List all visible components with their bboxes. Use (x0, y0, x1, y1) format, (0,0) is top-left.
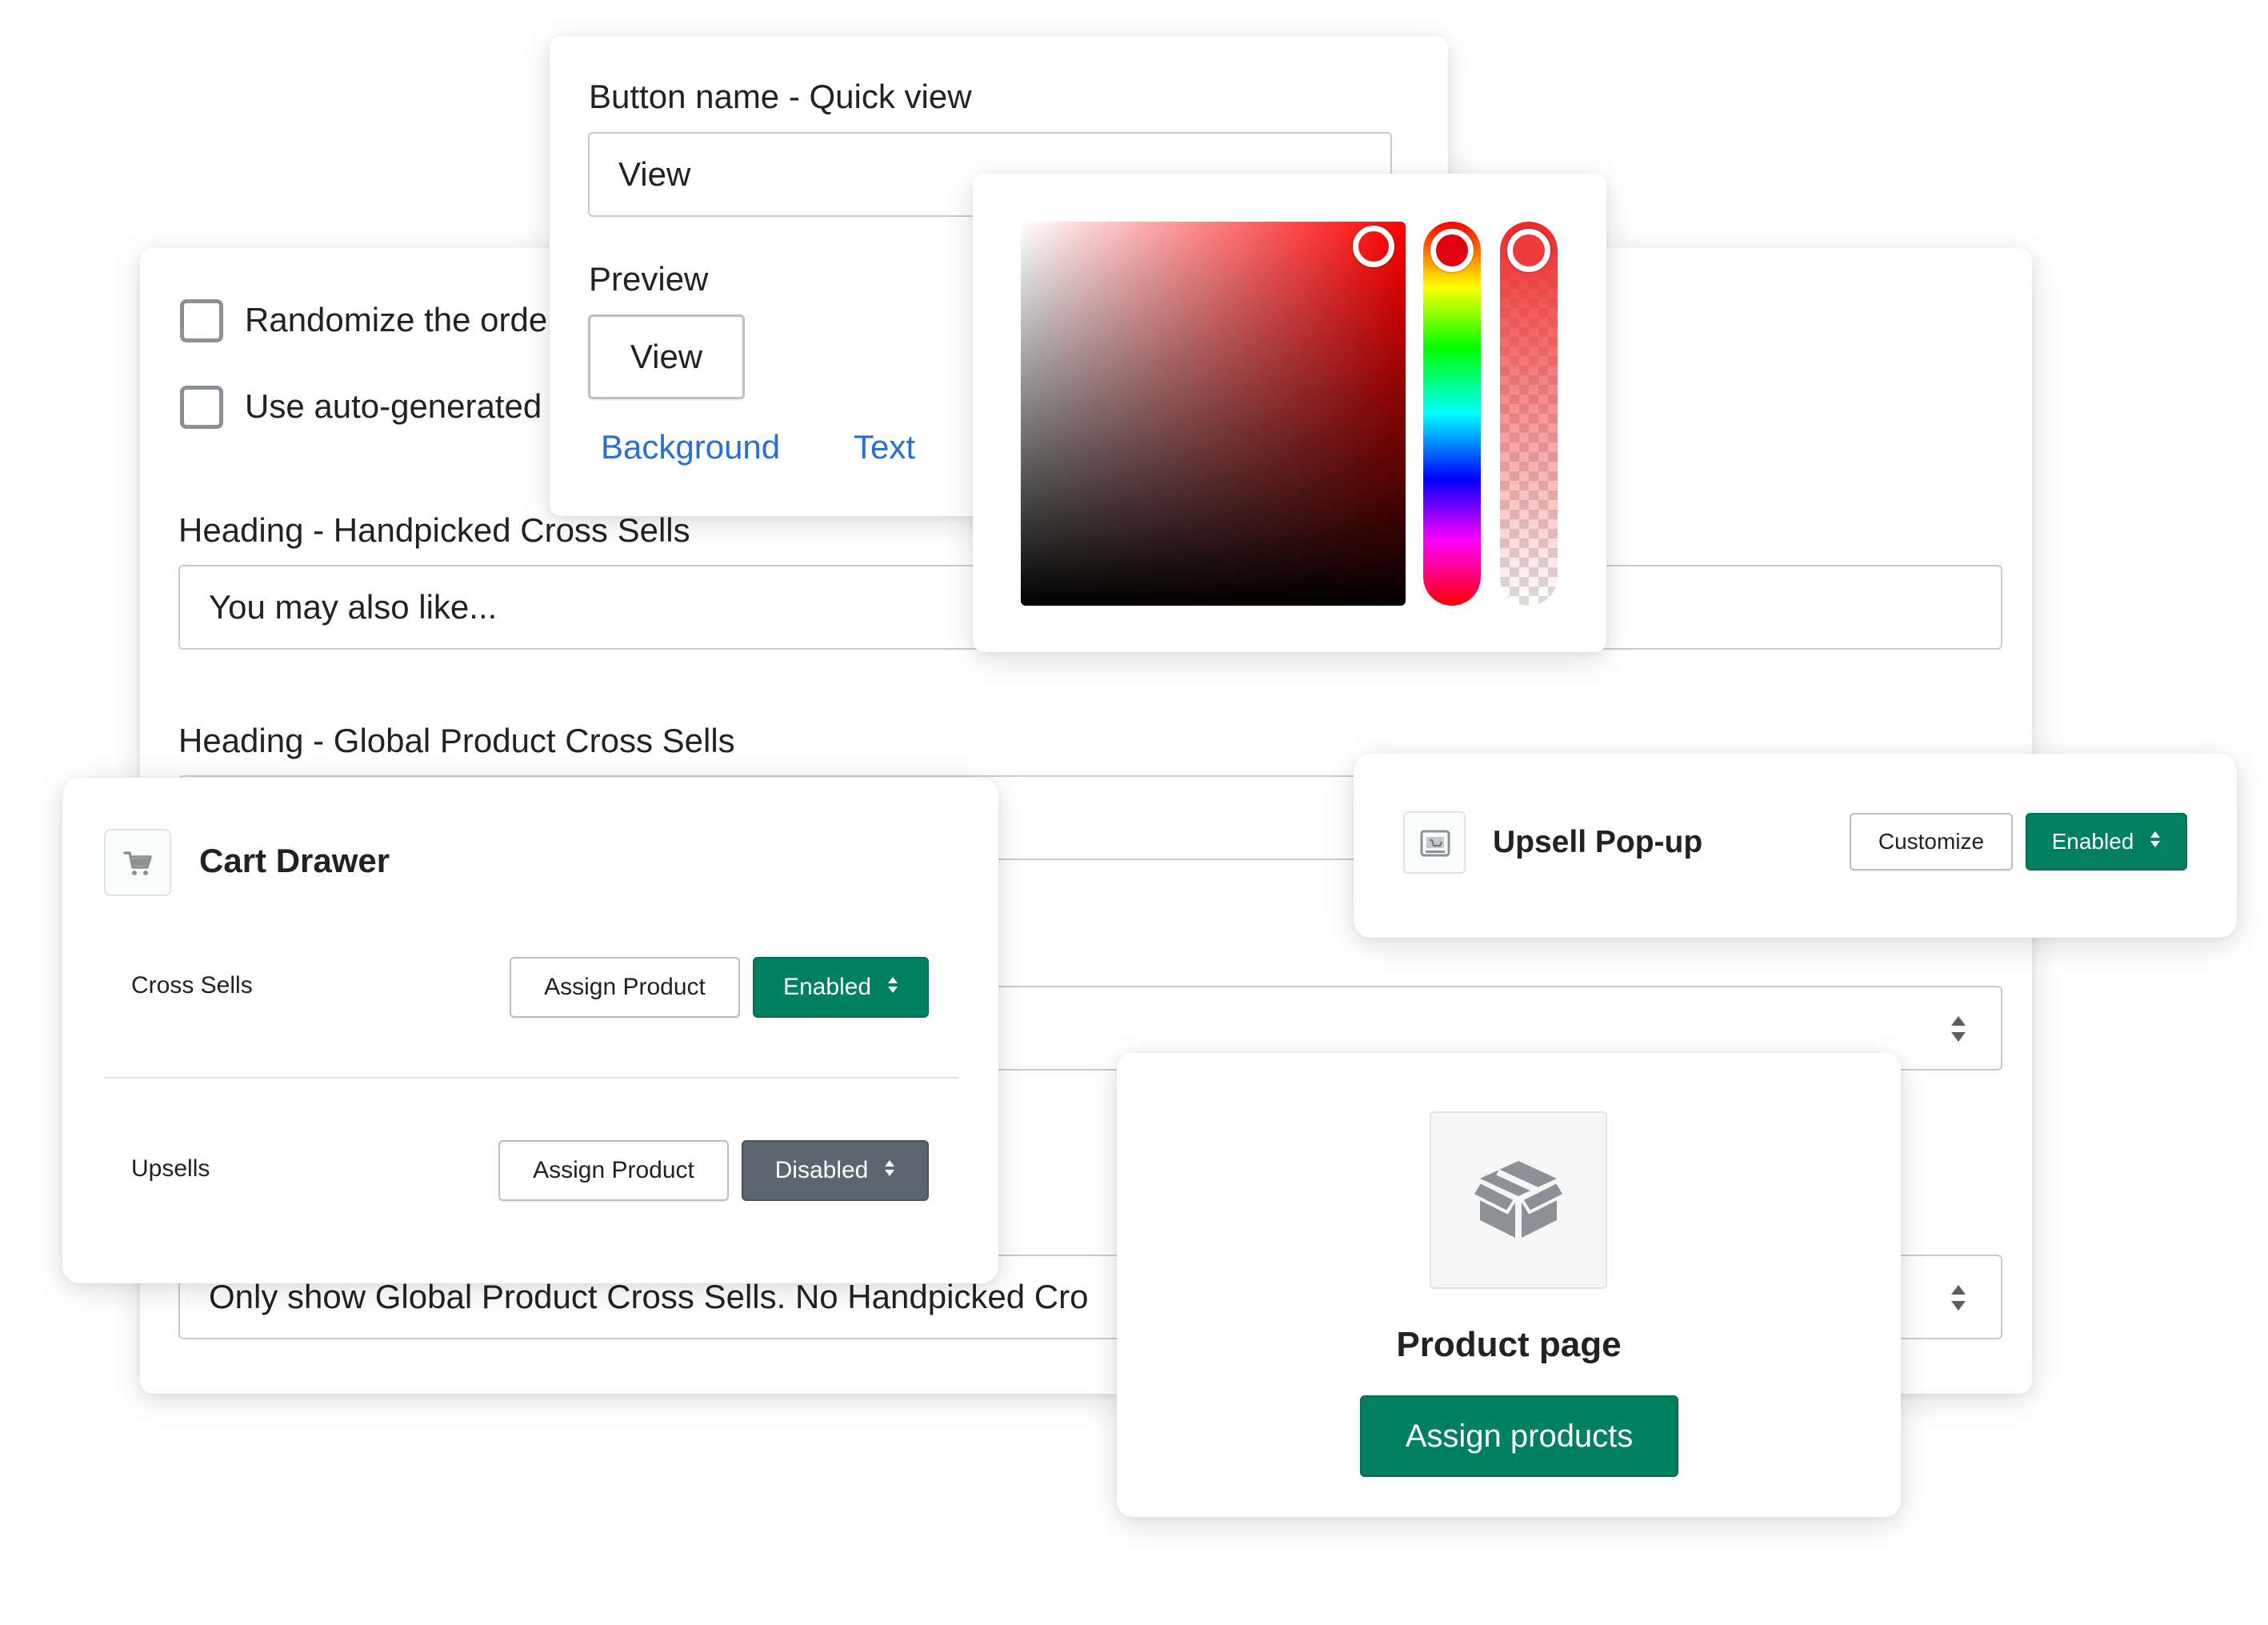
button-name-value: View (618, 155, 691, 193)
cross-sells-assign-button[interactable]: Assign Product (510, 957, 740, 1018)
display-mode-value: Only show Global Product Cross Sells. No… (209, 1278, 1089, 1315)
upsell-customize-button[interactable]: Customize (1850, 813, 2013, 871)
auto-generated-label: Use auto-generated (245, 387, 542, 425)
heading-global-label: Heading - Global Product Cross Sells (178, 722, 735, 759)
select-arrows-icon (1950, 1015, 1967, 1047)
box-icon-frame (1430, 1111, 1607, 1289)
button-name-label: Button name - Quick view (589, 78, 972, 115)
select-arrows-icon (884, 1157, 895, 1184)
hue-handle[interactable] (1430, 229, 1474, 272)
preview-view-button[interactable]: View (588, 314, 745, 399)
background-color-link[interactable]: Background (601, 428, 780, 466)
select-arrows-icon (2150, 829, 2161, 855)
assign-products-button[interactable]: Assign products (1360, 1395, 1678, 1477)
upsell-status-button[interactable]: Enabled (2026, 813, 2187, 871)
cart-icon (123, 850, 154, 881)
randomize-order-checkbox[interactable] (180, 299, 223, 342)
heading-handpicked-label: Heading - Handpicked Cross Sells (178, 511, 690, 549)
heading-handpicked-value: You may also like... (209, 588, 498, 626)
cart-drawer-title: Cart Drawer (199, 842, 390, 879)
upsell-popup-card: Upsell Pop-up Customize Enabled (1354, 754, 2237, 938)
upsell-status-label: Enabled (2051, 829, 2134, 854)
popup-icon (1419, 829, 1451, 862)
preview-label: Preview (589, 260, 709, 298)
divider (104, 1077, 958, 1079)
saturation-brightness-area[interactable] (1021, 222, 1406, 606)
product-page-title: Product page (1396, 1325, 1622, 1364)
popup-icon-box (1403, 811, 1466, 874)
upsell-popup-title: Upsell Pop-up (1493, 825, 1703, 859)
select-arrows-icon (887, 974, 898, 1001)
color-picker-popover (973, 174, 1606, 652)
alpha-handle[interactable] (1507, 229, 1550, 272)
alpha-slider[interactable] (1500, 222, 1558, 606)
cart-drawer-card: Cart Drawer Cross Sells Assign Product E… (62, 778, 998, 1283)
auto-generated-checkbox[interactable] (180, 386, 223, 429)
hue-slider[interactable] (1423, 222, 1481, 606)
product-page-card: Product page Assign products (1117, 1053, 1901, 1517)
cross-sells-status-button[interactable]: Enabled (753, 957, 929, 1018)
box-icon (1470, 1158, 1567, 1245)
upsells-status-label: Disabled (774, 1157, 869, 1183)
randomize-order-label: Randomize the orde (245, 301, 548, 338)
upsells-status-button[interactable]: Disabled (742, 1140, 929, 1201)
cross-sells-label: Cross Sells (131, 972, 253, 999)
cross-sells-status-label: Enabled (782, 974, 872, 1000)
select-arrows-icon (1950, 1283, 1967, 1316)
saturation-handle[interactable] (1353, 226, 1394, 267)
cart-icon-box (104, 829, 171, 896)
upsells-assign-button[interactable]: Assign Product (498, 1140, 729, 1201)
text-color-link[interactable]: Text (854, 428, 915, 466)
upsells-label: Upsells (131, 1155, 210, 1182)
